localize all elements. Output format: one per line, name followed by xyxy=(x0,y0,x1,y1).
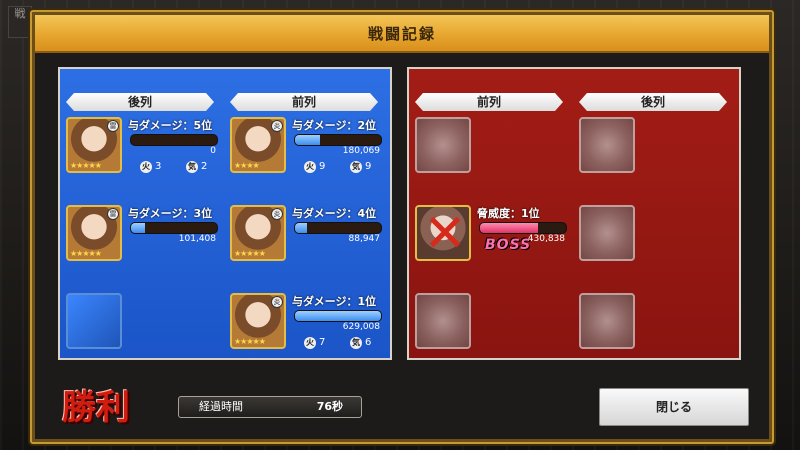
ki-stat: 気6 xyxy=(350,337,372,349)
damage-rank-label: 与ダメージ：1位 xyxy=(292,295,377,308)
damage-value: 0 xyxy=(210,146,216,156)
threat-bar xyxy=(479,222,567,234)
ki-stat: 気2 xyxy=(186,161,208,173)
ki-icon: 気 xyxy=(186,161,198,173)
ally-unit-back-2[interactable]: 雷 ★★★★★ 与ダメージ：3位 101,408 xyxy=(66,205,226,265)
enemy-front-row-header: 前列 xyxy=(415,93,563,111)
boss-tag: BOSS xyxy=(485,237,532,253)
ally-unit-front-2[interactable]: 炎 ★★★★★ 与ダメージ：4位 88,947 xyxy=(230,205,390,265)
empty-slot xyxy=(579,205,635,261)
unit-portrait[interactable]: 炎 ★★★★ xyxy=(230,117,286,173)
fire-icon: 火 xyxy=(304,161,316,173)
damage-bar xyxy=(294,134,382,146)
rarity-stars: ★★★★ xyxy=(234,161,260,170)
damage-rank-label: 与ダメージ：2位 xyxy=(292,119,377,132)
ally-unit-front-1[interactable]: 炎 ★★★★ 与ダメージ：2位 180,069 火9 気9 xyxy=(230,117,390,177)
fire-stat: 火9 xyxy=(304,161,326,173)
ally-unit-front-3[interactable]: 炎 ★★★★★ 与ダメージ：1位 629,008 火7 気6 xyxy=(230,293,390,353)
fire-icon: 火 xyxy=(304,337,316,349)
boss-portrait[interactable]: ✕ xyxy=(415,205,471,261)
window-title: 戦闘記録 xyxy=(367,25,436,43)
defeated-x-icon: ✕ xyxy=(423,205,467,261)
element-icon: 雷 xyxy=(107,120,119,132)
unit-portrait[interactable]: 雷 ★★★★★ xyxy=(66,117,122,173)
fire-icon: 火 xyxy=(140,161,152,173)
rarity-stars: ★★★★★ xyxy=(234,249,266,258)
damage-rank-label: 与ダメージ：4位 xyxy=(292,207,377,220)
fire-stat: 火7 xyxy=(304,337,326,349)
rarity-stars: ★★★★★ xyxy=(70,249,102,258)
ki-icon: 気 xyxy=(350,161,362,173)
element-icon: 炎 xyxy=(271,120,283,132)
rarity-stars: ★★★★★ xyxy=(70,161,102,170)
close-button[interactable]: 閉じる xyxy=(599,388,749,426)
damage-value: 629,008 xyxy=(342,322,380,332)
threat-rank-label: 脅威度：1位 xyxy=(477,207,540,220)
damage-rank-label: 与ダメージ：5位 xyxy=(128,119,213,132)
enemy-boss-unit[interactable]: ✕ 脅威度：1位 430,838 BOSS xyxy=(415,205,575,265)
damage-bar xyxy=(130,222,218,234)
damage-value: 101,408 xyxy=(178,234,216,244)
empty-slot xyxy=(579,293,635,349)
unit-portrait[interactable]: 炎 ★★★★★ xyxy=(230,205,286,261)
element-icon: 炎 xyxy=(271,296,283,308)
ally-panel: 後列 前列 雷 ★★★★★ 与ダメージ：5位 0 火3 気2 雷 ★★★★★ 与… xyxy=(58,67,392,360)
fire-stat: 火3 xyxy=(140,161,162,173)
enemy-panel: 前列 後列 ✕ 脅威度：1位 430,838 BOSS xyxy=(407,67,741,360)
elapsed-time-box: 経過時間 76秒 xyxy=(178,396,362,418)
empty-slot xyxy=(66,293,122,349)
ally-front-row-header: 前列 xyxy=(230,93,378,111)
elapsed-label: 経過時間 xyxy=(199,400,243,413)
damage-value: 180,069 xyxy=(342,146,380,156)
damage-bar xyxy=(294,310,382,322)
element-icon: 雷 xyxy=(107,208,119,220)
ki-icon: 気 xyxy=(350,337,362,349)
unit-portrait[interactable]: 炎 ★★★★★ xyxy=(230,293,286,349)
ally-back-row-header: 後列 xyxy=(66,93,214,111)
top-left-emblem-icon: 戦 xyxy=(8,6,32,38)
damage-rank-label: 与ダメージ：3位 xyxy=(128,207,213,220)
ki-stat: 気9 xyxy=(350,161,372,173)
empty-slot xyxy=(415,293,471,349)
empty-slot xyxy=(579,117,635,173)
rarity-stars: ★★★★★ xyxy=(234,337,266,346)
title-bar: 戦闘記録 xyxy=(35,15,769,53)
victory-label: 勝利 xyxy=(62,388,130,428)
damage-bar xyxy=(130,134,218,146)
damage-bar xyxy=(294,222,382,234)
empty-slot xyxy=(415,117,471,173)
damage-value: 88,947 xyxy=(348,234,381,244)
ally-unit-back-1[interactable]: 雷 ★★★★★ 与ダメージ：5位 0 火3 気2 xyxy=(66,117,226,177)
enemy-back-row-header: 後列 xyxy=(579,93,727,111)
elapsed-value: 76秒 xyxy=(316,400,343,413)
element-icon: 炎 xyxy=(271,208,283,220)
unit-portrait[interactable]: 雷 ★★★★★ xyxy=(66,205,122,261)
